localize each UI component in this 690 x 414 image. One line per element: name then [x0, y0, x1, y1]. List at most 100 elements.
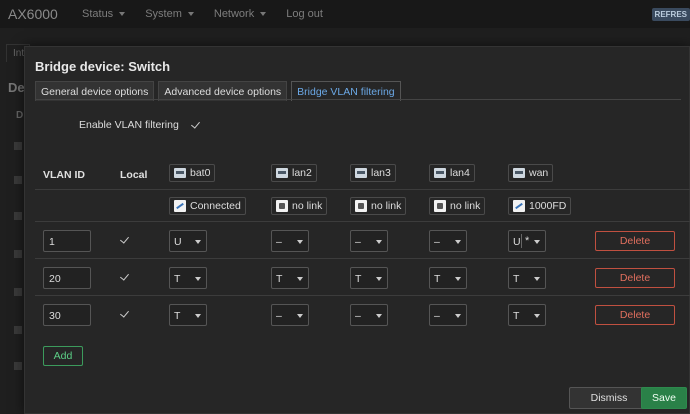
- local-checkbox[interactable]: [120, 309, 130, 319]
- menu-system[interactable]: System: [145, 8, 194, 20]
- port-mode-select-wan[interactable]: U *: [508, 230, 546, 252]
- port-status-lan4: no link: [429, 197, 486, 215]
- local-checkbox[interactable]: [120, 272, 130, 282]
- port-mode-select-bat0[interactable]: T: [169, 267, 207, 289]
- port-name: lan3: [371, 167, 391, 179]
- port-mode-value: –: [276, 236, 282, 248]
- brand-logo[interactable]: AX6000: [8, 6, 82, 22]
- enable-vlan-filtering-checkbox[interactable]: [191, 120, 201, 130]
- menu-logout-label: Log out: [286, 8, 323, 20]
- background-row-icon: [14, 142, 22, 150]
- chevron-down-icon: [195, 240, 201, 244]
- chevron-down-icon: [455, 240, 461, 244]
- port-mode-value: T: [513, 273, 520, 285]
- port-mode-value: U: [174, 236, 182, 248]
- port-name: lan4: [450, 167, 470, 179]
- port-mode-select-lan2[interactable]: T: [271, 267, 309, 289]
- port-header-lan4: lan4: [429, 164, 475, 182]
- menu-status[interactable]: Status: [82, 8, 126, 20]
- enable-vlan-filtering-row: Enable VLAN filtering: [79, 119, 201, 131]
- port-mode-value: T: [513, 310, 520, 322]
- background-row-icon: [14, 250, 22, 258]
- background-heading: De: [8, 80, 25, 95]
- port-mode-select-bat0[interactable]: T: [169, 304, 207, 326]
- port-mode-value: –: [355, 310, 361, 322]
- background-row-icon: [14, 212, 22, 220]
- no-link-icon: [355, 200, 367, 212]
- port-header-lan3: lan3: [350, 164, 396, 182]
- chevron-down-icon: [534, 314, 540, 318]
- port-status-text: no link: [450, 200, 481, 212]
- port-name: wan: [529, 167, 549, 179]
- background-row-icon: [14, 176, 22, 184]
- chevron-down-icon: [534, 240, 540, 244]
- port-mode-select-lan3[interactable]: –: [350, 230, 388, 252]
- network-port-icon: [174, 168, 186, 178]
- delete-button[interactable]: Delete: [595, 268, 675, 288]
- port-status-text: 1000FD: [529, 200, 567, 212]
- refresh-badge[interactable]: REFRES: [651, 8, 690, 21]
- port-status-text: Connected: [190, 200, 241, 212]
- port-mode-value: –: [276, 310, 282, 322]
- tab-advanced-device-options[interactable]: Advanced device options: [158, 81, 288, 101]
- vlan-row: 20 T T T T T Delete: [35, 258, 690, 295]
- link-up-icon: [513, 200, 525, 212]
- menu-network[interactable]: Network: [213, 8, 267, 20]
- port-mode-select-lan4[interactable]: T: [429, 267, 467, 289]
- port-mode-select-lan2[interactable]: –: [271, 304, 309, 326]
- dismiss-button[interactable]: Dismiss: [569, 387, 649, 409]
- tab-divider: [35, 99, 681, 100]
- chevron-down-icon: [455, 314, 461, 318]
- port-name: bat0: [190, 167, 211, 179]
- tab-general-device-options[interactable]: General device options: [35, 81, 155, 101]
- menu-system-label: System: [145, 8, 182, 20]
- chevron-down-icon: [195, 277, 201, 281]
- port-mode-value: T: [276, 273, 283, 285]
- tab-bridge-vlan-filtering[interactable]: Bridge VLAN filtering: [291, 81, 401, 101]
- bridge-device-dialog: Bridge device: Switch General device opt…: [24, 46, 690, 414]
- port-mode-select-lan3[interactable]: T: [350, 267, 388, 289]
- port-mode-select-lan2[interactable]: –: [271, 230, 309, 252]
- top-navbar: AX6000 Status System Network Log out REF…: [0, 0, 690, 28]
- chevron-down-icon: [376, 277, 382, 281]
- local-checkbox[interactable]: [120, 235, 130, 245]
- delete-button[interactable]: Delete: [595, 305, 675, 325]
- port-mode-value: T: [174, 273, 181, 285]
- menu-logout[interactable]: Log out: [286, 8, 323, 20]
- port-mode-select-lan4[interactable]: –: [429, 304, 467, 326]
- port-header-wan: wan: [508, 164, 554, 182]
- menu-network-label: Network: [213, 8, 255, 20]
- port-mode-select-lan4[interactable]: –: [429, 230, 467, 252]
- vlan-id-input[interactable]: 20: [43, 267, 91, 289]
- vlan-row: 30 T – – – T Delete: [35, 295, 690, 332]
- background-row-icon: [14, 362, 22, 370]
- network-port-icon: [276, 168, 288, 178]
- dialog-title: Bridge device: Switch: [35, 59, 171, 74]
- network-port-icon: [434, 168, 446, 178]
- chevron-down-icon: [260, 12, 267, 16]
- column-vlan-id: VLAN ID: [43, 169, 85, 181]
- port-status-row: Connected no link no link no link 1000FD: [35, 189, 690, 221]
- port-status-lan2: no link: [271, 197, 328, 215]
- port-mode-select-wan[interactable]: T: [508, 267, 546, 289]
- port-mode-value: T: [174, 310, 181, 322]
- vlan-id-input[interactable]: 30: [43, 304, 91, 326]
- chevron-down-icon: [534, 277, 540, 281]
- port-mode-select-lan3[interactable]: –: [350, 304, 388, 326]
- vlan-table-header: VLAN ID Local bat0 lan2 lan3 lan4 wan: [35, 157, 690, 189]
- port-header-bat0: bat0: [169, 164, 216, 182]
- save-button[interactable]: Save: [641, 387, 687, 409]
- network-port-icon: [513, 168, 525, 178]
- port-mode-value: T: [355, 273, 362, 285]
- background-row-icon: [14, 288, 22, 296]
- delete-button[interactable]: Delete: [595, 231, 675, 251]
- add-vlan-button[interactable]: Add: [43, 346, 83, 366]
- no-link-icon: [434, 200, 446, 212]
- port-status-text: no link: [371, 200, 402, 212]
- chevron-down-icon: [195, 314, 201, 318]
- port-mode-select-wan[interactable]: T: [508, 304, 546, 326]
- port-status-lan3: no link: [350, 197, 407, 215]
- vlan-id-input[interactable]: 1: [43, 230, 91, 252]
- port-header-lan2: lan2: [271, 164, 317, 182]
- port-mode-select-bat0[interactable]: U: [169, 230, 207, 252]
